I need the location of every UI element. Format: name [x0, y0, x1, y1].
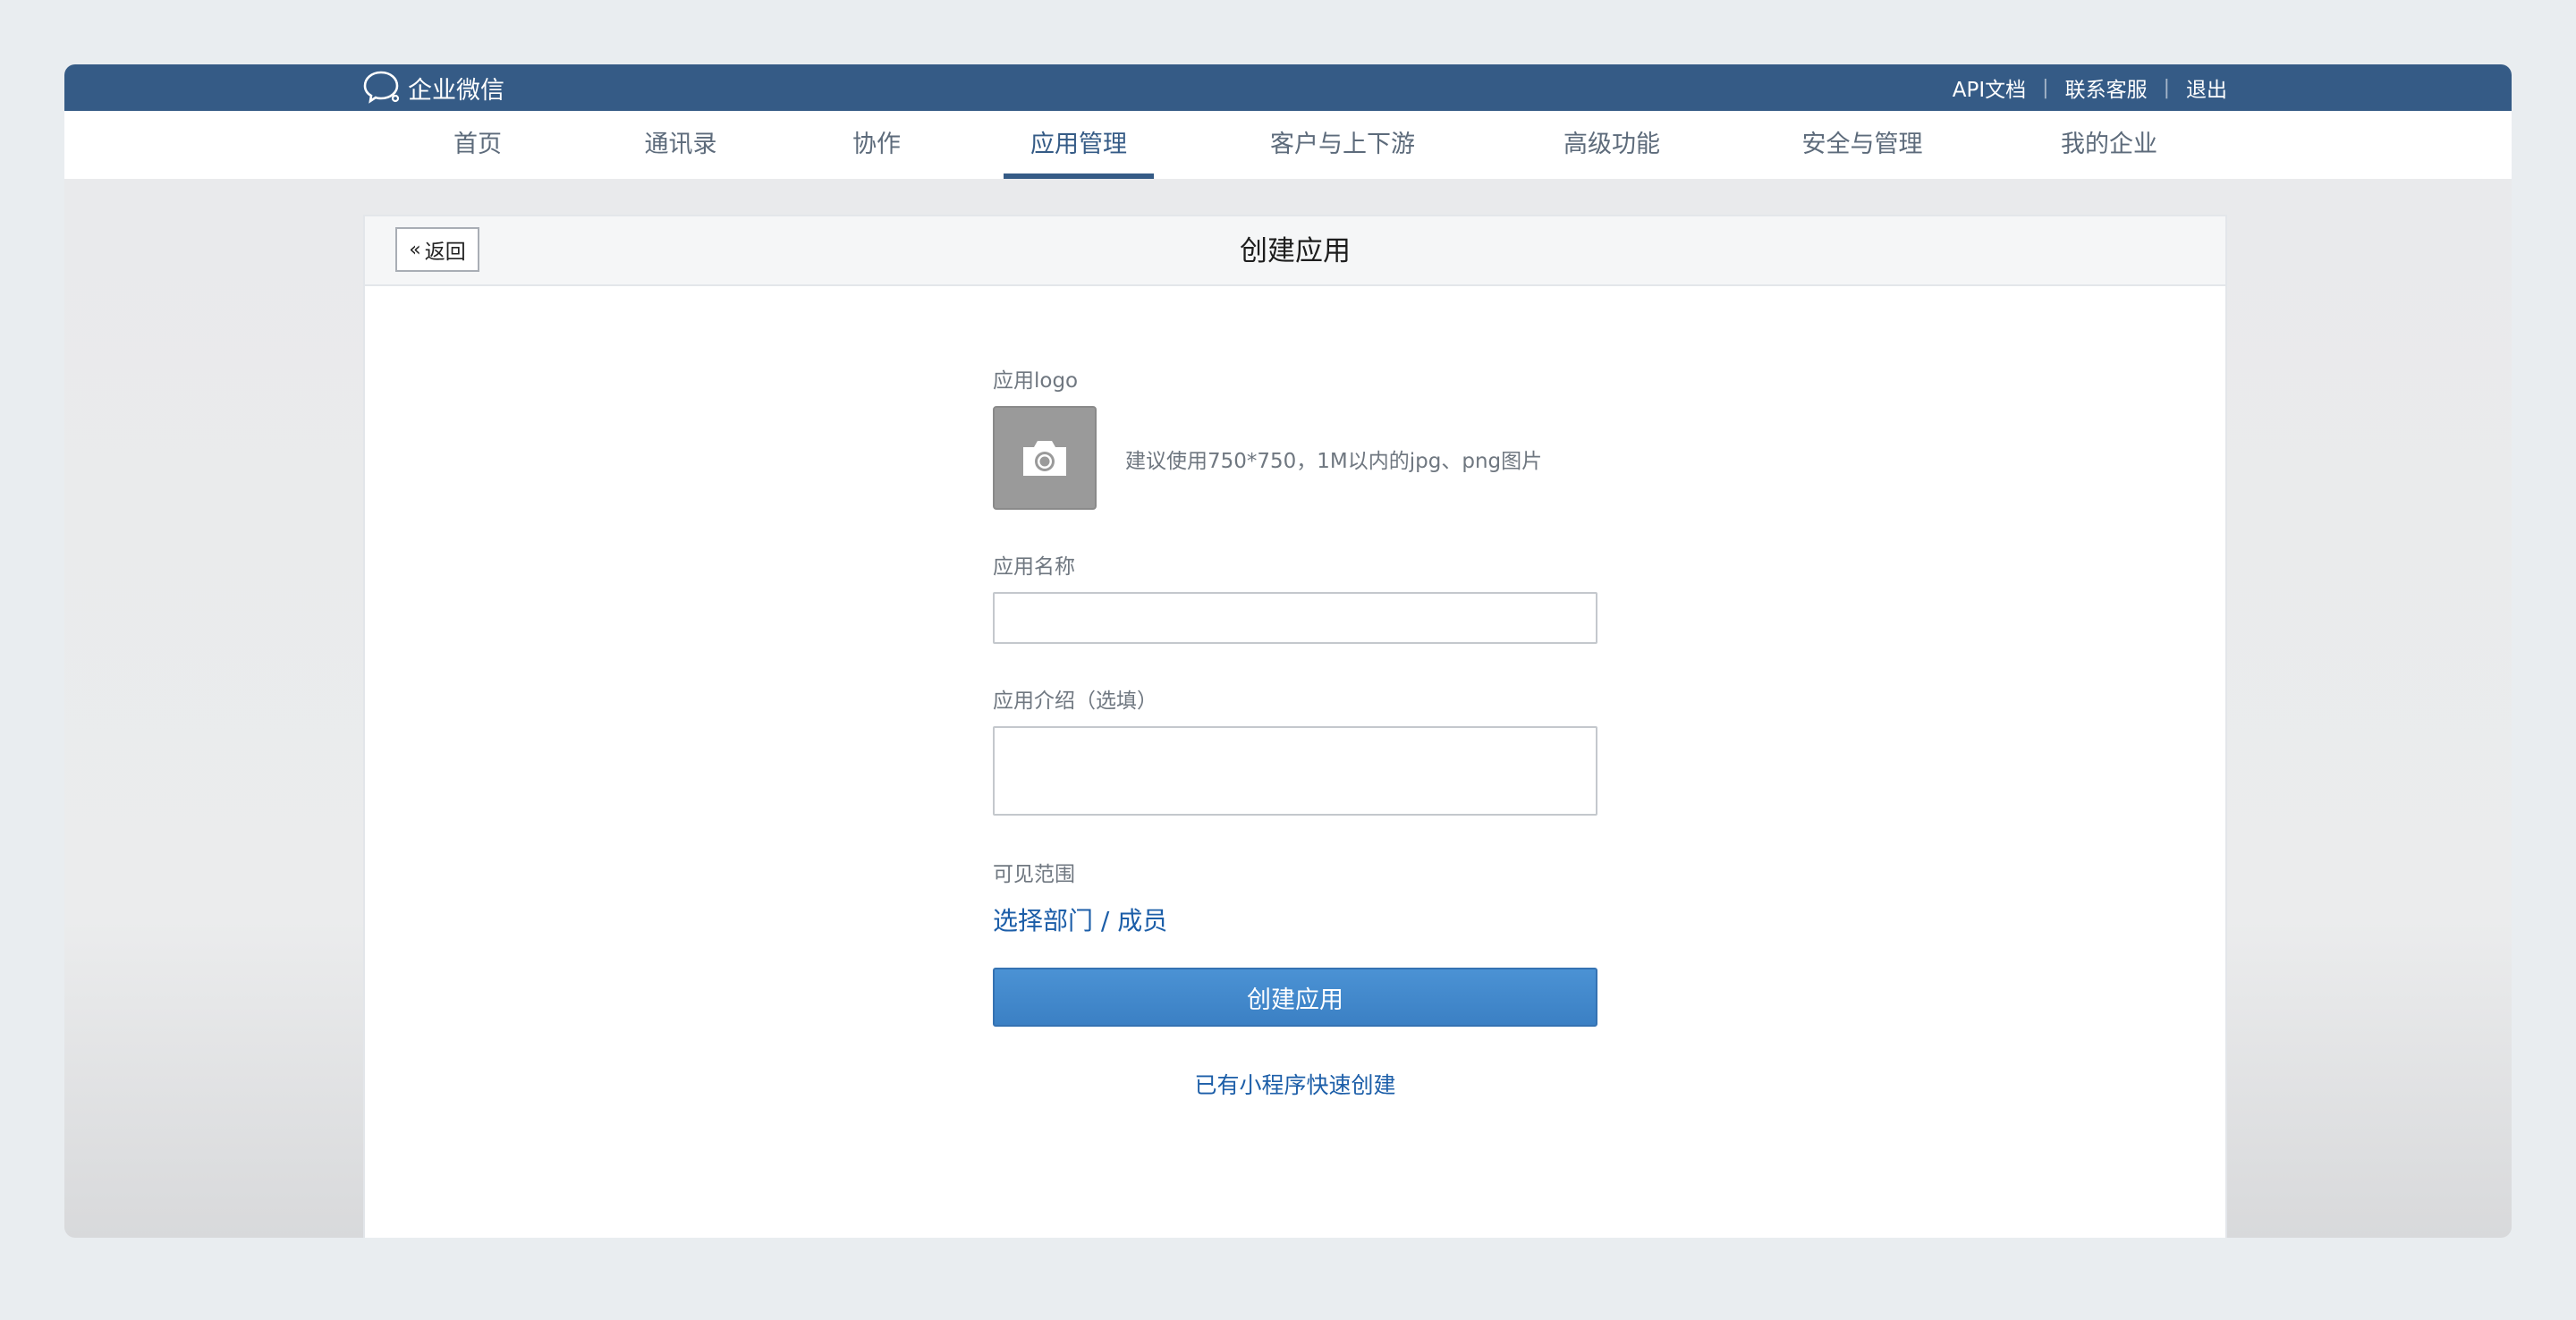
logo-hint: 建议使用750*750，1M以内的jpg、png图片 [1125, 450, 1543, 473]
card-header: « 返回 创建应用 [365, 216, 2225, 286]
tab-customers[interactable]: 客户与上下游 [1258, 111, 1428, 179]
logo-upload-button[interactable] [993, 406, 1097, 510]
tab-contacts[interactable]: 通讯录 [623, 111, 739, 179]
brand-logo[interactable]: 企业微信 [363, 68, 504, 107]
mini-program-create-link[interactable]: 已有小程序快速创建 [993, 1068, 1597, 1100]
page-title: 创建应用 [1240, 235, 1351, 267]
app-intro-label: 应用介绍（选填） [993, 690, 1157, 713]
brand-name: 企业微信 [408, 76, 504, 105]
top-bar: 企业微信 API文档 | 联系客服 | 退出 [64, 64, 2512, 111]
tab-advanced[interactable]: 高级功能 [1549, 111, 1674, 179]
logout-link[interactable]: 退出 [2186, 72, 2227, 103]
top-links: API文档 | 联系客服 | 退出 [1953, 64, 2227, 111]
tab-my-company[interactable]: 我的企业 [2046, 111, 2172, 179]
select-members-link[interactable]: 选择部门 / 成员 [993, 901, 1167, 937]
camera-icon [1023, 441, 1066, 476]
app-name-input[interactable] [993, 592, 1597, 644]
tab-app-management[interactable]: 应用管理 [1004, 111, 1154, 179]
separator: | [2163, 76, 2170, 99]
tab-home[interactable]: 首页 [433, 111, 522, 179]
tab-collaboration[interactable]: 协作 [832, 111, 921, 179]
chat-bubble-icon [363, 71, 400, 104]
contact-support-link[interactable]: 联系客服 [2065, 72, 2148, 103]
create-app-button[interactable]: 创建应用 [993, 968, 1597, 1027]
api-docs-link[interactable]: API文档 [1953, 72, 2026, 103]
main-nav: 首页 通讯录 协作 应用管理 客户与上下游 高级功能 安全与管理 我的企业 [64, 111, 2512, 181]
logo-label: 应用logo [993, 369, 1079, 393]
app-window: 企业微信 API文档 | 联系客服 | 退出 首页 通讯录 协作 应用管理 客户… [64, 64, 2512, 1238]
app-intro-textarea[interactable] [993, 726, 1597, 816]
visibility-label: 可见范围 [993, 863, 1075, 886]
separator: | [2042, 76, 2049, 99]
tab-security[interactable]: 安全与管理 [1791, 111, 1934, 179]
app-name-label: 应用名称 [993, 555, 1075, 579]
create-app-card: « 返回 创建应用 应用logo 建议使用750*750，1M以内的jpg、pn… [363, 215, 2227, 1238]
